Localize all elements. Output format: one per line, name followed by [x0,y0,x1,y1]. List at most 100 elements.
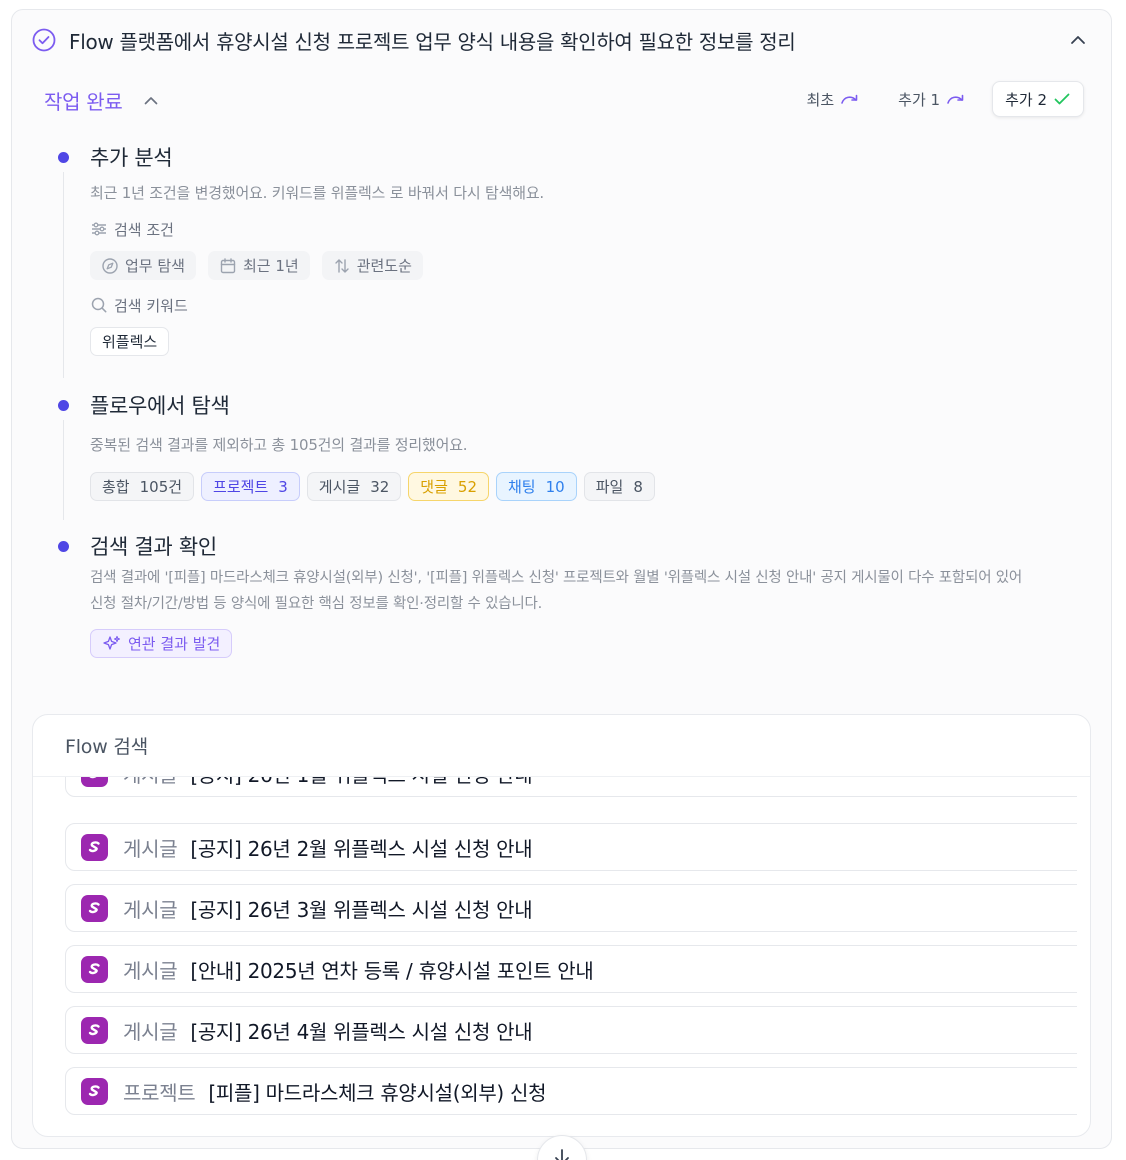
results-list[interactable]: 게시글 [공지] 26년 1월 위플렉스 시설 신청 안내 게시글 [공지] 2… [65,777,1077,1136]
status-toggle[interactable]: 작업 완료 [44,86,160,115]
version-tab-label: 최초 [806,90,835,109]
count-chip-project: 프로젝트 3 [201,472,300,501]
condition-chip-label: 업무 탐색 [125,257,185,275]
condition-chips: 업무 탐색 최근 1년 관련도순 [90,251,1096,280]
flow-app-icon [81,777,108,787]
result-title: [공지] 26년 4월 위플렉스 시설 신청 안내 [190,1019,533,1044]
condition-chip-label: 관련도순 [356,257,412,275]
related-results-label: 연관 결과 발견 [128,635,221,653]
version-tab-label: 추가 2 [1005,90,1047,109]
flow-app-icon [81,1016,108,1044]
flow-app-icon [81,1077,108,1105]
keyword-chip: 위플렉스 [90,327,170,356]
sparkle-icon [103,635,121,650]
result-title: [공지] 26년 1월 위플렉스 시설 신청 안내 [190,777,532,788]
flow-app-icon [81,894,108,922]
timeline-line [63,172,64,378]
result-item[interactable]: 게시글 [안내] 2025년 연차 등록 / 휴양시설 포인트 안내 [65,945,1077,993]
count-chip-value: 32 [370,477,390,496]
result-item[interactable]: 게시글 [공지] 26년 3월 위플렉스 시설 신청 안내 [65,884,1077,932]
search-keywords-label: 검색 키워드 [114,296,188,315]
count-chip-label: 댓글 [420,478,448,496]
count-chip-chat: 채팅 10 [496,472,577,501]
result-type: 게시글 [123,958,178,983]
task-title: Flow 플랫폼에서 휴양시설 신청 프로젝트 업무 양식 내용을 확인하여 필… [69,29,796,54]
sliders-icon [92,222,106,236]
flow-app-icon [81,955,108,983]
count-chip-value: 8 [633,477,643,496]
count-chip-label: 채팅 [508,478,536,496]
search-keywords-heading: 검색 키워드 [90,292,1096,318]
search-conditions-heading: 검색 조건 [90,216,1096,242]
step-analysis: 추가 분석 최근 1년 조건을 변경했어요. 키워드를 위플렉스 로 바꿔서 다… [56,142,1096,390]
count-chip-value: 52 [457,477,477,496]
result-title: [안내] 2025년 연차 등록 / 휴양시설 포인트 안내 [190,958,594,983]
result-type: 게시글 [123,777,178,788]
result-item[interactable]: 게시글 [공지] 26년 4월 위플렉스 시설 신청 안내 [65,1006,1077,1054]
search-conditions-label: 검색 조건 [114,220,174,239]
condition-chip-label: 최근 1년 [242,257,299,275]
result-type: 게시글 [123,897,178,922]
progress-timeline: 추가 분석 최근 1년 조건을 변경했어요. 키워드를 위플렉스 로 바꿔서 다… [56,142,1096,658]
redo-icon [947,94,964,104]
step-description: 중복된 검색 결과를 제외하고 총 105건의 결과를 정리했어요. [90,436,468,454]
count-chip-label: 파일 [595,478,624,496]
count-chip-value: 3 [278,477,288,496]
version-tab-initial[interactable]: 최초 [795,81,873,117]
step-dot [58,400,69,411]
count-chip-label: 게시글 [318,478,361,496]
count-chip-value: 10 [545,477,565,496]
collapse-task-button[interactable] [1064,26,1092,54]
count-chip-total: 총합 105건 [90,472,195,501]
results-title: Flow 검색 [33,715,1090,777]
check-circle-icon [32,28,56,52]
timeline-line [63,420,64,520]
count-chip-post: 게시글 32 [306,472,402,501]
step-confirm: 검색 결과 확인 검색 결과에 '[피플] 마드라스체크 휴양시설(외부) 신청… [56,531,1096,658]
version-tab-additional-1[interactable]: 추가 1 [886,81,978,117]
related-results-found-button[interactable]: 연관 결과 발견 [90,629,233,658]
result-title: [공지] 26년 3월 위플렉스 시설 신청 안내 [190,897,533,922]
condition-chip: 관련도순 [321,251,423,280]
result-item[interactable]: 게시글 [공지] 26년 1월 위플렉스 시설 신청 안내 [65,777,1077,797]
redo-icon [841,94,858,104]
result-type: 게시글 [123,1019,178,1044]
step-description: 최근 1년 조건을 변경했어요. 키워드를 위플렉스 로 바꿔서 다시 탐색해요… [90,184,544,202]
search-icon [91,297,107,313]
arrow-down-icon [555,1149,569,1160]
result-type: 프로젝트 [123,1080,196,1105]
step-dot [58,541,69,552]
version-tab-label: 추가 1 [898,90,941,109]
count-chip-label: 총합 [102,478,130,496]
result-type: 게시글 [123,836,178,861]
chevron-up-icon [145,96,158,104]
result-item[interactable]: 프로젝트 [피플] 마드라스체크 휴양시설(외부) 신청 [65,1067,1077,1115]
version-tab-additional-2[interactable]: 추가 2 [992,81,1084,117]
step-description-line-1: 검색 결과에 '[피플] 마드라스체크 휴양시설(외부) 신청', '[피플] … [90,570,1023,586]
check-icon [1054,93,1070,105]
step-title: 플로우에서 탐색 [90,394,230,418]
step-explore: 플로우에서 탐색 중복된 검색 결과를 제외하고 총 105건의 결과를 정리했… [56,390,1096,531]
result-item[interactable]: 게시글 [공지] 26년 2월 위플렉스 시설 신청 안내 [65,823,1077,871]
flow-search-results-panel: Flow 검색 게시글 [공지] 26년 1월 위플렉스 시설 신청 안내 게시… [32,714,1091,1137]
calendar-icon [220,257,236,273]
step-title: 검색 결과 확인 [90,535,217,559]
task-header: Flow 플랫폼에서 휴양시설 신청 프로젝트 업무 양식 내용을 확인하여 필… [32,26,1092,54]
sort-icon [334,258,349,273]
step-title: 추가 분석 [90,146,173,170]
count-chip-value: 105건 [139,478,183,496]
found-row: 연관 결과 발견 [90,629,1096,658]
condition-chip: 최근 1년 [207,251,310,280]
chevron-up-icon [1071,36,1085,44]
count-chip-file: 파일 8 [583,472,655,501]
step-description-line-2: 신청 절차/기간/방법 등 양식에 필요한 핵심 정보를 확인·정리할 수 있습… [90,596,543,612]
result-title: [피플] 마드라스체크 휴양시설(외부) 신청 [208,1080,547,1105]
version-tabs: 최초 추가 1 추가 2 [795,81,1084,117]
count-chip-comment: 댓글 52 [408,472,489,501]
status-label: 작업 완료 [44,90,123,114]
condition-chip: 업무 탐색 [90,251,196,280]
count-chip-label: 프로젝트 [213,478,269,496]
compass-icon [102,257,118,274]
flow-app-icon [81,833,108,861]
task-card: Flow 플랫폼에서 휴양시설 신청 프로젝트 업무 양식 내용을 확인하여 필… [11,9,1112,1149]
